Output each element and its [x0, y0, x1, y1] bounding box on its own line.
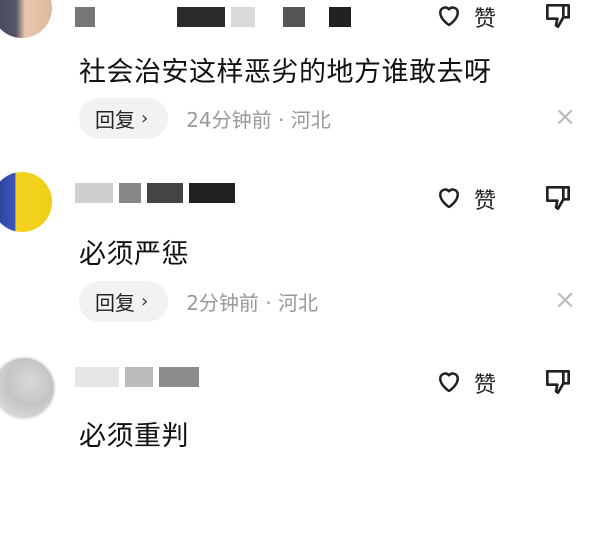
thumbs-down-icon: [542, 186, 574, 218]
username-obscured[interactable]: [75, 182, 235, 204]
dislike-button[interactable]: [542, 182, 574, 218]
timestamp-location: 2分钟前 · 河北: [186, 291, 318, 315]
like-button[interactable]: 赞: [434, 366, 496, 400]
chevron-right-icon: ›: [141, 108, 149, 129]
chevron-right-icon: ›: [141, 291, 149, 312]
comment-item: 赞 社会治安这样恶劣的地方谁敢去呀 回复 › 24分钟前 · 河北 ×: [0, 0, 600, 180]
reply-label: 回复: [95, 108, 135, 132]
reply-label: 回复: [95, 291, 135, 315]
comment-meta: 回复 › 2分钟前 · 河北: [79, 281, 318, 322]
like-label: 赞: [473, 7, 496, 32]
avatar[interactable]: [0, 356, 56, 420]
avatar[interactable]: [0, 0, 52, 38]
reply-button[interactable]: 回复 ›: [79, 98, 169, 139]
close-icon[interactable]: ×: [554, 104, 576, 130]
timestamp-location: 24分钟前 · 河北: [186, 108, 331, 132]
like-label: 赞: [473, 373, 496, 398]
comment-item: 赞 必须严惩 回复 › 2分钟前 · 河北 ×: [0, 170, 600, 350]
username-obscured[interactable]: [75, 366, 199, 388]
close-icon[interactable]: ×: [554, 287, 576, 313]
thumbs-down-icon: [542, 4, 574, 36]
dislike-button[interactable]: [542, 0, 574, 36]
comment-text: 必须严惩: [79, 239, 189, 270]
avatar[interactable]: [0, 172, 52, 232]
dislike-button[interactable]: [542, 366, 574, 402]
thumbs-down-icon: [542, 370, 574, 402]
heart-outline-icon: [434, 182, 464, 216]
like-button[interactable]: 赞: [434, 0, 496, 34]
comment-meta: 回复 › 24分钟前 · 河北: [79, 98, 331, 139]
comment-text: 必须重判: [79, 421, 189, 452]
username-obscured[interactable]: [75, 6, 351, 28]
like-label: 赞: [473, 189, 496, 214]
comment-text: 社会治安这样恶劣的地方谁敢去呀: [79, 57, 492, 88]
like-button[interactable]: 赞: [434, 182, 496, 216]
comment-item: 赞 必须重判: [0, 354, 600, 534]
heart-outline-icon: [434, 366, 464, 400]
heart-outline-icon: [434, 0, 464, 34]
reply-button[interactable]: 回复 ›: [79, 281, 169, 322]
